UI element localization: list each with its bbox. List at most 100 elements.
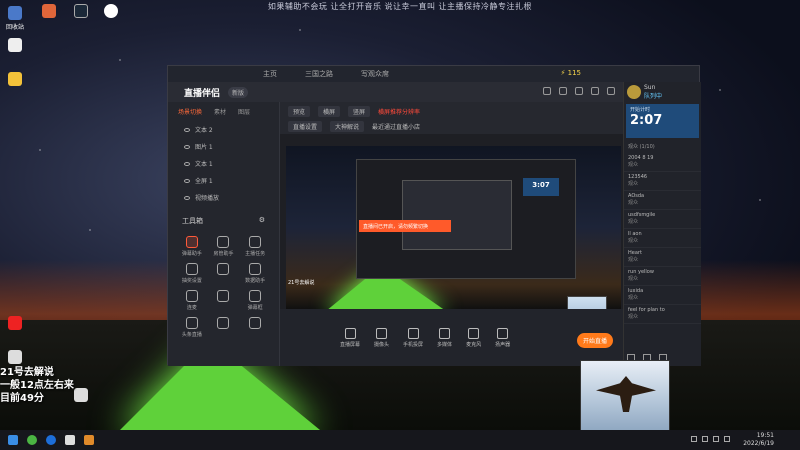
- stream-timer: 开始计时 2:07: [626, 104, 699, 138]
- mic-icon: [468, 327, 480, 339]
- lock-icon[interactable]: [559, 87, 567, 95]
- toolbox-grid: 弹幕助手 房管助手 主播任务 抽奖设置 数据助手 连麦 弹幕框 头条直播: [168, 230, 279, 344]
- clock[interactable]: 19:51 2022/6/19: [743, 432, 774, 448]
- desktop-icon-steam[interactable]: [70, 4, 92, 20]
- frame-icon: [249, 290, 262, 302]
- top-tab-game[interactable]: 三国之路: [305, 69, 333, 79]
- preview-overlay-label: 21号去解说: [288, 280, 315, 286]
- eye-icon[interactable]: [184, 195, 190, 200]
- top-tab-home[interactable]: 主页: [263, 69, 277, 79]
- chat-item[interactable]: 123546 观众: [624, 172, 701, 191]
- tool-item[interactable]: [208, 290, 240, 311]
- source-screen[interactable]: 直播屏幕: [340, 327, 360, 348]
- desktop-icon-app2[interactable]: [4, 72, 26, 88]
- user-info[interactable]: Sun 队列中: [624, 82, 701, 102]
- eye-icon[interactable]: [184, 127, 190, 132]
- windows-start-icon[interactable]: [8, 435, 18, 445]
- live-app-icon[interactable]: [84, 435, 94, 445]
- tool-item[interactable]: 房管助手: [208, 236, 240, 257]
- tool-item[interactable]: 弹幕助手: [176, 236, 208, 257]
- portrait-chip[interactable]: 竖屏: [348, 106, 371, 117]
- download-icon: [217, 263, 230, 275]
- tab-scenes[interactable]: 场景切换: [178, 107, 202, 116]
- volume-icon[interactable]: [713, 436, 719, 442]
- live-settings-chip[interactable]: 直播设置: [288, 121, 323, 132]
- eye-icon[interactable]: [184, 144, 190, 149]
- minimize-icon[interactable]: [591, 87, 599, 95]
- scene-item[interactable]: 文本 2: [168, 121, 279, 138]
- network-icon[interactable]: [702, 436, 708, 442]
- tool-item[interactable]: [208, 263, 240, 284]
- desktop-icon-file[interactable]: [4, 38, 26, 54]
- chat-item[interactable]: Heart 观众: [624, 248, 701, 267]
- scene-item[interactable]: 文本 1: [168, 155, 279, 172]
- tool-item[interactable]: [208, 317, 240, 338]
- chrome-icon[interactable]: [27, 435, 37, 445]
- user-status: 队列中: [644, 93, 663, 100]
- gift-icon[interactable]: [543, 87, 551, 95]
- desktop-icon-doc[interactable]: [4, 350, 26, 366]
- chevron-up-icon[interactable]: [691, 436, 697, 442]
- source-mic[interactable]: 麦克风: [466, 327, 481, 348]
- stream-preview[interactable]: 直播间已开启，请勿频繁切换 3:07 21号去解说: [286, 146, 621, 309]
- tool-item[interactable]: 主播任务: [239, 236, 271, 257]
- tool-item[interactable]: [239, 317, 271, 338]
- tab-material[interactable]: 素材: [214, 107, 226, 116]
- desktop-icon-app1[interactable]: [38, 4, 60, 20]
- gear-icon[interactable]: ⚙: [259, 216, 265, 226]
- chat-icon: [185, 236, 198, 248]
- system-tray: [691, 436, 730, 442]
- tool-item[interactable]: 头条直播: [176, 317, 208, 338]
- source-speaker[interactable]: 扬声器: [495, 327, 510, 348]
- tab-layers[interactable]: 图层: [238, 107, 250, 116]
- chat-item[interactable]: luxida 观众: [624, 286, 701, 305]
- source-phone[interactable]: 手机投屏: [403, 327, 423, 348]
- warning-toast: 直播间已开启，请勿频繁切换: [359, 220, 451, 232]
- desktop-icon-qq[interactable]: [100, 4, 122, 20]
- source-camera[interactable]: 摄像头: [374, 327, 389, 348]
- eye-icon[interactable]: [184, 161, 190, 166]
- data-icon: [249, 263, 262, 275]
- source-media[interactable]: 多媒体: [437, 327, 452, 348]
- start-live-button[interactable]: 开始直播: [576, 333, 613, 348]
- preview-chip[interactable]: 预览: [288, 106, 311, 117]
- username: Sun: [644, 84, 656, 91]
- monitor-icon: [344, 327, 356, 339]
- ime-icon[interactable]: [724, 436, 730, 442]
- chat-item[interactable]: AOsda 观众: [624, 191, 701, 210]
- scene-item[interactable]: 视频播放: [168, 189, 279, 206]
- chat-item[interactable]: feel for plan to 观众: [624, 305, 701, 324]
- scene-item[interactable]: 全屏 1: [168, 172, 279, 189]
- settings-icon[interactable]: [575, 87, 583, 95]
- chat-item[interactable]: 2004 8 19 观众: [624, 153, 701, 172]
- tool-item[interactable]: 弹幕框: [239, 290, 271, 311]
- timer-value: 2:07: [630, 113, 663, 128]
- chat-header: 观众 (1/10): [628, 144, 655, 150]
- tool-item[interactable]: 抽奖设置: [176, 263, 208, 284]
- app-icon[interactable]: [65, 435, 75, 445]
- nested-timer: 3:07: [523, 178, 559, 196]
- top-tab-audience[interactable]: 写观众席: [361, 69, 389, 79]
- app-top-nav: 主页 三国之路 写观众席: [168, 66, 699, 82]
- scene-item[interactable]: 图片 1: [168, 138, 279, 155]
- version-badge[interactable]: 新版: [228, 86, 249, 98]
- image-icon: [217, 317, 230, 329]
- close-icon[interactable]: [607, 87, 615, 95]
- overlay-line3: 目前49分: [0, 393, 44, 404]
- tool-item[interactable]: 数据助手: [239, 263, 271, 284]
- category-chip[interactable]: 大神解说: [330, 121, 365, 132]
- chat-item[interactable]: usdfsmgile 观众: [624, 210, 701, 229]
- chat-item[interactable]: ll aon 观众: [624, 229, 701, 248]
- eye-icon[interactable]: [184, 178, 190, 183]
- desktop-icon-recycle[interactable]: 回收站: [4, 6, 26, 31]
- tool-item[interactable]: 连麦: [176, 290, 208, 311]
- download-icon: [249, 317, 262, 329]
- preview-controls: 预览 横屏 竖屏 横屏推荐分辨率 直播设置 大神解说 最近通过直播小店: [280, 102, 623, 134]
- avatar[interactable]: [627, 85, 641, 99]
- browser-icon[interactable]: [46, 435, 56, 445]
- desktop-icon-app3[interactable]: [4, 316, 26, 332]
- eagle-image: [596, 376, 656, 412]
- news-icon: [185, 317, 198, 329]
- landscape-chip[interactable]: 横屏: [318, 106, 341, 117]
- chat-item[interactable]: run yellow 观众: [624, 267, 701, 286]
